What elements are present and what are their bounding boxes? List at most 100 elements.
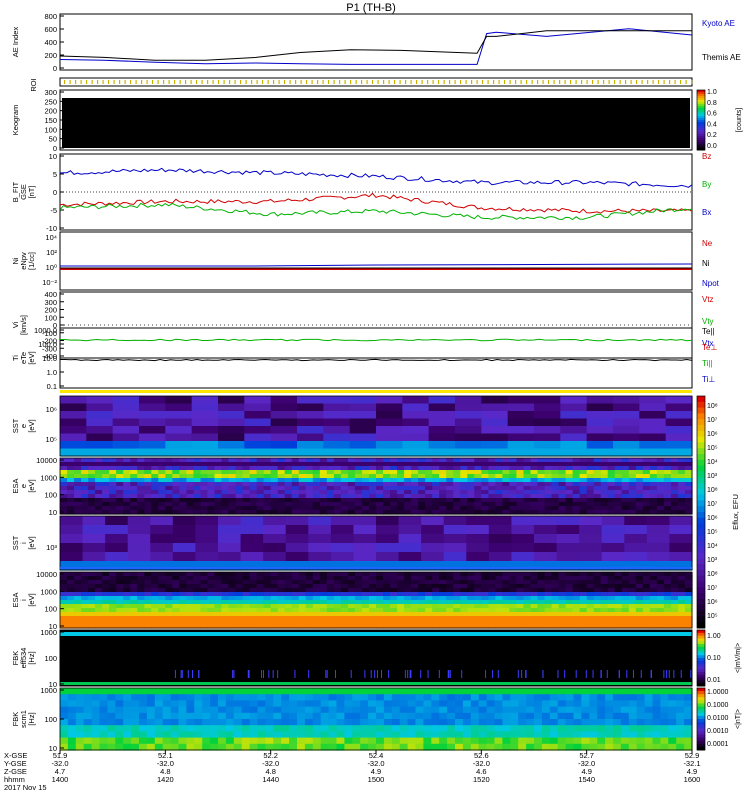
- fbk-e-spectrogram-cell: [565, 725, 575, 732]
- esa-e-spectrogram-cell: [607, 478, 616, 483]
- fbk-e-spectrogram-cell: [407, 688, 417, 695]
- esa-i-spectrogram-cell: [649, 608, 658, 613]
- fbk-e-spectrogram-cell: [289, 737, 298, 745]
- esa-e-spectrogram-cell: [270, 474, 279, 479]
- esa-i-spectrogram-cell: [249, 592, 258, 597]
- roi-mark: [597, 80, 599, 84]
- esa-e-spectrogram-cell: [256, 494, 265, 499]
- fbk-e-spectrogram-cell: [312, 731, 322, 739]
- esa-i-spectrogram-cell: [418, 600, 426, 605]
- fbk-e-spectrogram-cell: [83, 743, 93, 751]
- esa-i-spectrogram-cell: [354, 584, 363, 589]
- eflux-cbar-label: 10⁷: [707, 417, 718, 424]
- esa-e-spectrogram-cell: [340, 478, 349, 483]
- esa-i-spectrogram-cell: [495, 596, 503, 601]
- esa-e-tick-label: 100: [44, 491, 57, 500]
- sst-i-spectrogram-cell: [172, 516, 197, 526]
- esa-i-spectrogram-cell: [404, 596, 412, 601]
- esa-i-spectrogram-cell: [221, 596, 230, 601]
- esa-e-spectrogram-cell: [158, 462, 166, 467]
- esa-e-spectrogram-cell: [319, 482, 328, 487]
- esa-i-spectrogram-cell: [439, 612, 447, 617]
- esa-i-spectrogram-cell: [628, 576, 637, 581]
- fbk-e-spectrogram-cell: [431, 719, 440, 726]
- esa-e-spectrogram-cell: [509, 462, 518, 467]
- fbk-e-spectrogram-cell: [281, 731, 290, 739]
- sst-e-spectrogram-cell: [270, 441, 298, 450]
- density-panel-legend-0: Ne: [702, 239, 713, 248]
- fbk-e-spectrogram-cell: [75, 725, 85, 732]
- esa-e-spectrogram-cell: [347, 470, 356, 475]
- sst-e-spectrogram-cell: [191, 426, 219, 435]
- esa-i-spectrogram-cell: [656, 592, 665, 597]
- esa-i-spectrogram-cell: [572, 612, 581, 617]
- esa-e-spectrogram-cell: [186, 470, 195, 475]
- esa-i-spectrogram-cell: [319, 596, 328, 601]
- esa-i-spectrogram-cell: [474, 572, 482, 577]
- esa-e-spectrogram-cell: [256, 462, 265, 467]
- esa-i-spectrogram-cell: [74, 620, 82, 625]
- fbk-e-spectrogram-cell: [368, 688, 377, 695]
- fbk-e-spectrogram-cell: [502, 725, 511, 732]
- esa-i-spectrogram-cell: [481, 600, 489, 605]
- fbk-e-spectrogram-cell: [581, 700, 590, 708]
- esa-i-spectrogram-cell: [446, 580, 454, 585]
- esa-i-spectrogram-cell: [593, 616, 602, 621]
- esa-i-spectrogram-cell: [523, 612, 532, 617]
- esa-i-spectrogram-cell: [523, 608, 532, 613]
- esa-e-spectrogram-cell: [558, 478, 567, 483]
- eflux-cbar-cell: [697, 570, 705, 577]
- sst-i-spectrogram-cell: [398, 561, 422, 571]
- esa-i-spectrogram-cell: [565, 572, 574, 577]
- fbk-e-spectrogram-cell: [447, 731, 456, 739]
- sst-i-spectrogram-cell: [511, 525, 535, 535]
- esa-e-spectrogram-cell: [516, 506, 525, 511]
- esa-i-spectrogram-cell: [221, 608, 230, 613]
- esa-e-spectrogram-cell: [383, 506, 391, 511]
- esa-i-spectrogram-cell: [684, 600, 693, 605]
- roi-mark: [97, 80, 99, 84]
- fbk-e-spectrogram-cell: [241, 712, 251, 720]
- esa-i-spectrogram-cell: [530, 616, 539, 621]
- esa-e-spectrogram-cell: [656, 482, 665, 487]
- esa-i-spectrogram-cell: [684, 620, 693, 625]
- fbk-e-spectrogram-cell: [597, 719, 606, 726]
- esa-e-spectrogram-cell: [565, 482, 574, 487]
- sst-i-spectrogram-cell: [195, 534, 219, 544]
- esa-i-spectrogram-cell: [74, 592, 82, 597]
- esa-i-spectrogram-cell: [579, 604, 588, 609]
- esa-e-spectrogram-cell: [277, 482, 286, 487]
- esa-i-spectrogram-cell: [495, 584, 503, 589]
- esa-i-spectrogram-cell: [586, 584, 595, 589]
- esa-i-spectrogram-cell: [537, 600, 546, 605]
- esa-e-spectrogram-cell: [95, 470, 103, 475]
- fbk-e-spectrogram-cell: [455, 712, 464, 720]
- esa-e-spectrogram-cell: [376, 498, 384, 503]
- roi-strip: [59, 77, 693, 87]
- esa-i-spectrogram-cell: [319, 572, 328, 577]
- esa-i-spectrogram-cell: [249, 580, 258, 585]
- esa-i-spectrogram-cell: [432, 576, 440, 581]
- esa-i-spectrogram-cell: [123, 580, 131, 585]
- sst-e-spectrogram-cell: [165, 448, 193, 457]
- esa-i-spectrogram-cell: [488, 612, 496, 617]
- fbk-e-spectrogram-cell: [684, 694, 693, 701]
- fbk-e-spectrogram-cell: [399, 743, 409, 751]
- fbk-e-spectrogram-cell: [352, 725, 361, 732]
- sst-e-spectrogram-cell: [428, 418, 456, 427]
- esa-i-spectrogram-cell: [256, 612, 265, 617]
- esa-e-spectrogram-cell: [326, 466, 335, 471]
- esa-i-spectrogram-cell: [453, 592, 461, 597]
- sst-i-spectrogram-cell: [60, 552, 84, 562]
- fbk-e-spectrogram-cell: [139, 725, 148, 732]
- fbk-e-spectrogram-cell: [447, 725, 456, 732]
- esa-e-spectrogram-cell: [305, 462, 314, 467]
- roi-mark: [421, 80, 423, 84]
- sst-e-spectrogram-cell: [191, 418, 219, 427]
- esa-e-spectrogram-cell: [270, 486, 279, 491]
- fbk-e-spectrogram-cell: [628, 743, 638, 751]
- esa-i-spectrogram-cell: [228, 580, 237, 585]
- esa-e-spectrogram-cell: [586, 490, 595, 495]
- esa-i-spectrogram-cell: [263, 620, 272, 625]
- esa-i-spectrogram-cell: [228, 584, 237, 589]
